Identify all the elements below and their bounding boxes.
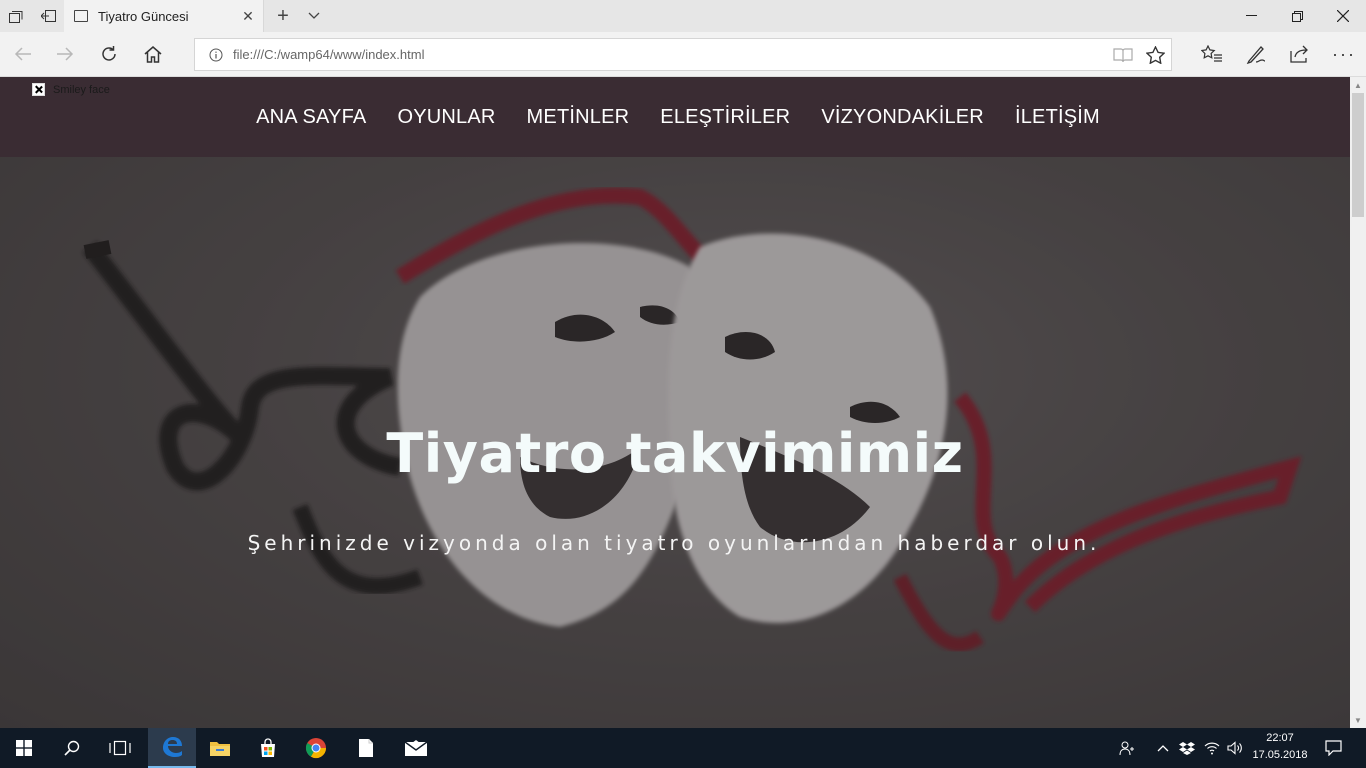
windows-taskbar: 22:07 17.05.2018 [0,728,1366,768]
menu-item-vizyondakiler[interactable]: VİZYONDAKİLER [821,106,984,129]
back-arrow-icon[interactable] [6,38,40,70]
people-icon[interactable] [1114,728,1140,768]
tabs-aside-icon[interactable] [0,0,32,32]
theater-masks-image [0,77,1350,728]
menu-item-iletisim[interactable]: İLETİŞİM [1015,106,1100,129]
refresh-icon[interactable] [92,38,126,70]
home-icon[interactable] [136,38,170,70]
page-icon [74,10,88,22]
notification-center-icon[interactable] [1318,728,1348,768]
mail-icon[interactable] [392,728,440,768]
clock-date: 17.05.2018 [1252,749,1308,761]
scrollbar-thumb[interactable] [1352,93,1364,217]
address-bar[interactable]: file:///C:/wamp64/www/index.html [194,38,1172,71]
close-tab-icon[interactable]: ✕ [233,8,263,25]
site-header: Smiley face ANA SAYFA OYUNLAR METİNLER E… [0,77,1350,157]
tab-title: Tiyatro Güncesi [98,8,189,24]
task-view-icon[interactable] [96,728,144,768]
menu-item-metinler[interactable]: METİNLER [527,106,630,129]
file-explorer-icon[interactable] [196,728,244,768]
dropbox-icon[interactable] [1176,728,1198,768]
page-scrollbar[interactable]: ▲ ▼ [1350,77,1366,728]
scroll-up-arrow-icon[interactable]: ▲ [1350,77,1366,93]
hero-subtitle: Şehrinizde vizyonda olan tiyatro oyunlar… [247,531,1101,555]
hero-background [0,77,1350,728]
hero-title: Tiyatro takvimimiz [386,422,964,485]
store-icon[interactable] [244,728,292,768]
chrome-icon[interactable] [292,728,340,768]
reading-view-icon[interactable] [1107,39,1139,71]
share-icon[interactable] [1278,38,1322,70]
clock-time: 22:07 [1266,732,1294,744]
forward-arrow-icon[interactable] [48,38,82,70]
favorite-star-icon[interactable] [1139,39,1171,71]
web-page: Smiley face ANA SAYFA OYUNLAR METİNLER E… [0,77,1350,728]
chevron-up-icon[interactable] [1152,728,1174,768]
browser-tab-bar: Tiyatro Güncesi ✕ + [0,0,1366,32]
notepad-file-icon[interactable] [342,728,390,768]
edge-browser-icon[interactable] [148,728,196,768]
close-window-button[interactable] [1320,0,1366,32]
new-tab-button[interactable]: + [268,0,298,32]
info-icon[interactable] [205,44,227,66]
menu-item-oyunlar[interactable]: OYUNLAR [397,106,495,129]
menu-item-ana-sayfa[interactable]: ANA SAYFA [256,106,366,129]
main-menu: ANA SAYFA OYUNLAR METİNLER ELEŞTİRİLER V… [0,77,1350,157]
restore-button[interactable] [1274,0,1320,32]
more-icon[interactable]: ··· [1322,38,1366,70]
minimize-button[interactable] [1228,0,1274,32]
favorites-hub-icon[interactable] [1190,38,1234,70]
taskbar-clock[interactable]: 22:07 17.05.2018 [1248,730,1312,768]
address-text[interactable]: file:///C:/wamp64/www/index.html [233,47,1107,62]
wifi-icon[interactable] [1200,728,1224,768]
scroll-down-arrow-icon[interactable]: ▼ [1350,712,1366,728]
volume-icon[interactable] [1224,728,1246,768]
web-note-pen-icon[interactable] [1234,38,1278,70]
set-tabs-aside-icon[interactable] [32,0,64,32]
browser-tab[interactable]: Tiyatro Güncesi ✕ [64,0,264,32]
search-icon[interactable] [48,728,96,768]
chevron-down-icon[interactable] [300,0,328,32]
browser-nav-bar: file:///C:/wamp64/www/index.html ··· [0,32,1366,77]
windows-start-icon[interactable] [0,728,48,768]
menu-item-elestiriler[interactable]: ELEŞTİRİLER [660,106,790,129]
